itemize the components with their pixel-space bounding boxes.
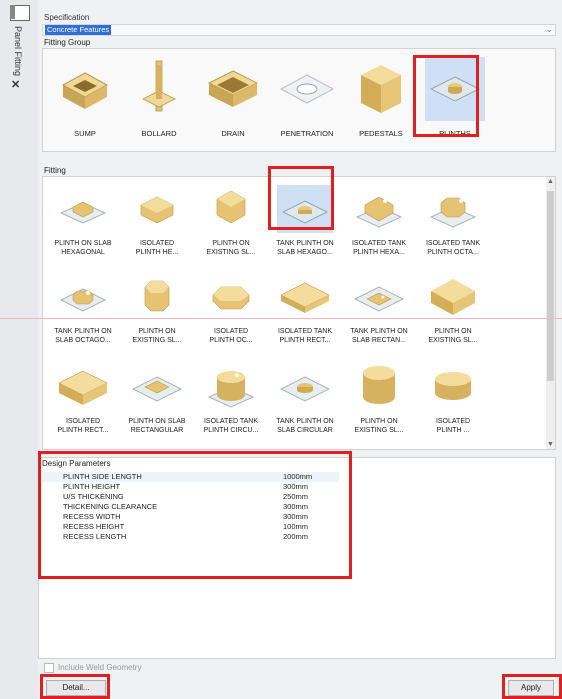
fitting-item[interactable]: PLINTH ON SLAB HEXAGONAL bbox=[47, 185, 119, 257]
fitting-item[interactable]: TANK PLINTH ON SLAB RECTAN... bbox=[343, 273, 415, 345]
fitting-item[interactable]: PLINTH ON EXISTING SL... bbox=[195, 185, 267, 257]
chevron-down-icon[interactable]: ⌄ bbox=[545, 24, 553, 35]
pedestal-icon bbox=[351, 57, 411, 121]
group-item-label: DRAIN bbox=[221, 129, 245, 138]
panel-fitting: Specification Concrete Features ⌄ Fittin… bbox=[38, 0, 562, 699]
fitting-item-label: ISOLATED TANK PLINTH CIRCU... bbox=[203, 418, 259, 434]
fitting-item-label: TANK PLINTH ON SLAB HEXAGO... bbox=[276, 240, 334, 256]
highlight-apply bbox=[502, 674, 562, 699]
fitting-item-label: PLINTH ON EXISTING SL... bbox=[428, 328, 478, 344]
specification-value: Concrete Features bbox=[45, 25, 112, 35]
group-item-label: BOLLARD bbox=[141, 129, 177, 138]
isolated-plinth-oct-icon bbox=[203, 273, 259, 321]
fitting-item-label: ISOLATED TANK PLINTH HEXA... bbox=[351, 240, 407, 256]
fitting-item-label: PLINTH ON EXISTING SL... bbox=[132, 328, 182, 344]
fitting-item[interactable]: PLINTH ON SLAB RECTANGULAR bbox=[121, 363, 193, 435]
fitting-scrollbar[interactable]: ▲ ▼ bbox=[546, 177, 555, 449]
fitting-group-label: Fitting Group bbox=[44, 38, 91, 47]
include-weld-label: Include Weld Geometry bbox=[58, 663, 142, 673]
group-item-drain[interactable]: DRAIN bbox=[199, 57, 267, 138]
fitting-item[interactable]: ISOLATED TANK PLINTH HEXA... bbox=[343, 185, 415, 257]
fitting-item-label: PLINTH ON SLAB RECTANGULAR bbox=[128, 418, 186, 434]
isolated-plinth-circ-icon bbox=[425, 363, 481, 411]
highlight-design-parameters bbox=[38, 451, 352, 579]
plinth-existing-slab-icon bbox=[351, 363, 407, 411]
plinth-slab-rect-icon bbox=[129, 363, 185, 411]
close-icon[interactable]: ✕ bbox=[11, 78, 20, 91]
checkbox-icon[interactable] bbox=[44, 663, 54, 673]
fitting-item[interactable]: PLINTH ON EXISTING SL... bbox=[417, 273, 489, 345]
specification-select[interactable]: Concrete Features ⌄ bbox=[42, 24, 556, 36]
tank-plinth-circ-icon bbox=[277, 363, 333, 411]
plinth-existing-slab-icon bbox=[425, 273, 481, 321]
fitting-item[interactable]: TANK PLINTH ON SLAB CIRCULAR bbox=[269, 363, 341, 435]
include-weld-checkbox[interactable]: Include Weld Geometry bbox=[44, 663, 141, 673]
scroll-up-icon[interactable]: ▲ bbox=[547, 178, 554, 185]
fitting-item[interactable]: TANK PLINTH ON SLAB OCTAGO... bbox=[47, 273, 119, 345]
fitting-item[interactable]: ISOLATED PLINTH OC... bbox=[195, 273, 267, 345]
fitting-item[interactable]: ISOLATED TANK PLINTH RECT... bbox=[269, 273, 341, 345]
bollard-icon bbox=[129, 57, 189, 121]
fitting-item-label: ISOLATED TANK PLINTH RECT... bbox=[277, 328, 333, 344]
group-item-pedestals[interactable]: PEDESTALS bbox=[347, 57, 415, 138]
fitting-item-label: PLINTH ON EXISTING SL... bbox=[354, 418, 404, 434]
fitting-item[interactable]: ISOLATED TANK PLINTH OCTA... bbox=[417, 185, 489, 257]
group-item-label: SUMP bbox=[74, 129, 96, 138]
tank-plinth-oct-icon bbox=[55, 273, 111, 321]
tank-plinth-rect-icon bbox=[351, 273, 407, 321]
isolated-tank-plinth-circ-icon bbox=[203, 363, 259, 411]
scroll-down-icon[interactable]: ▼ bbox=[547, 441, 554, 448]
fitting-item[interactable]: PLINTH ON EXISTING SL... bbox=[343, 363, 415, 435]
fitting-item-label: PLINTH ON EXISTING SL... bbox=[206, 240, 256, 256]
fitting-item-label: TANK PLINTH ON SLAB CIRCULAR bbox=[276, 418, 334, 434]
group-item-bollard[interactable]: BOLLARD bbox=[125, 57, 193, 138]
isolated-tank-plinth-rect-icon bbox=[277, 273, 333, 321]
panel-side-strip: Panel Fitting ✕ bbox=[0, 0, 39, 699]
highlight-plinths bbox=[413, 55, 479, 137]
highlight-tank-plinth bbox=[268, 166, 334, 230]
fitting-item-label: PLINTH ON SLAB HEXAGONAL bbox=[54, 240, 112, 256]
panel-fitting-tab[interactable]: Panel Fitting bbox=[13, 26, 23, 76]
fitting-item-label: ISOLATED PLINTH OC... bbox=[209, 328, 253, 344]
group-item-sump[interactable]: SUMP bbox=[51, 57, 119, 138]
drain-icon bbox=[203, 57, 263, 121]
group-item-label: PEDESTALS bbox=[359, 129, 403, 138]
fitting-label: Fitting bbox=[44, 166, 66, 175]
fitting-item[interactable]: ISOLATED PLINTH HE... bbox=[121, 185, 193, 257]
fitting-item-label: ISOLATED PLINTH RECT... bbox=[57, 418, 109, 434]
penetration-icon bbox=[277, 57, 337, 121]
group-item-label: PENETRATION bbox=[280, 129, 334, 138]
fitting-item[interactable]: PLINTH ON EXISTING SL... bbox=[121, 273, 193, 345]
plinth-existing-slab-icon bbox=[129, 273, 185, 321]
specification-label: Specification bbox=[44, 13, 90, 22]
fitting-item-label: ISOLATED TANK PLINTH OCTA... bbox=[425, 240, 481, 256]
plinth-existing-slab-icon bbox=[203, 185, 259, 233]
fitting-item-label: TANK PLINTH ON SLAB OCTAGO... bbox=[54, 328, 112, 344]
fitting-item-label: TANK PLINTH ON SLAB RECTAN... bbox=[350, 328, 408, 344]
sump-icon bbox=[55, 57, 115, 121]
fitting-item[interactable]: ISOLATED TANK PLINTH CIRCU... bbox=[195, 363, 267, 435]
guide-line bbox=[0, 318, 562, 319]
plinth-hex-slab-icon bbox=[55, 185, 111, 233]
isolated-tank-plinth-oct-icon bbox=[425, 185, 481, 233]
group-item-penetration[interactable]: PENETRATION bbox=[273, 57, 341, 138]
highlight-detail bbox=[40, 674, 110, 699]
scrollbar-thumb[interactable] bbox=[547, 191, 554, 381]
fitting-item-label: ISOLATED PLINTH ... bbox=[435, 418, 471, 434]
isolated-plinth-rect-icon bbox=[55, 363, 111, 411]
fitting-item[interactable]: ISOLATED PLINTH ... bbox=[417, 363, 489, 435]
fitting-item-label: ISOLATED PLINTH HE... bbox=[135, 240, 179, 256]
panel-icon[interactable] bbox=[10, 5, 30, 21]
isolated-tank-plinth-hex-icon bbox=[351, 185, 407, 233]
isolated-plinth-hex-icon bbox=[129, 185, 185, 233]
fitting-item[interactable]: ISOLATED PLINTH RECT... bbox=[47, 363, 119, 435]
